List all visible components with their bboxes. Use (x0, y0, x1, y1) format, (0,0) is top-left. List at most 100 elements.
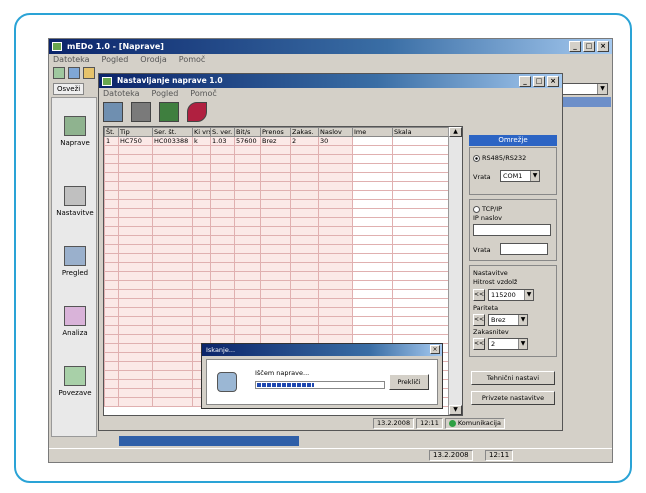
table-cell[interactable] (352, 316, 393, 326)
table-cell[interactable] (118, 199, 153, 209)
table-cell[interactable] (352, 154, 393, 164)
chevron-down-icon[interactable]: ▼ (518, 315, 527, 325)
table-cell[interactable] (104, 370, 119, 380)
menu-item-tools[interactable]: Orodja (140, 54, 167, 65)
table-cell[interactable] (118, 145, 153, 155)
table-cell[interactable] (260, 217, 291, 227)
table-cell[interactable] (192, 217, 211, 227)
table-cell[interactable] (352, 235, 393, 245)
table-cell[interactable] (318, 172, 353, 182)
table-cell[interactable] (290, 172, 319, 182)
table-cell[interactable] (392, 154, 449, 164)
network-devices-icon[interactable] (131, 102, 151, 122)
main-titlebar[interactable]: mEDo 1.0 - [Naprave] _ □ × (49, 39, 612, 54)
table-cell[interactable] (234, 181, 261, 191)
table-cell[interactable] (104, 163, 119, 173)
config-close-button[interactable]: × (547, 76, 559, 87)
table-row[interactable] (104, 181, 449, 191)
column-header[interactable]: Ime (352, 127, 393, 137)
column-header[interactable]: Ki vrsta (192, 127, 211, 137)
table-cell[interactable] (260, 316, 291, 326)
table-cell[interactable] (152, 154, 193, 164)
table-cell[interactable] (392, 298, 449, 308)
table-cell[interactable] (104, 235, 119, 245)
table-cell[interactable] (290, 316, 319, 326)
table-cell[interactable] (260, 325, 291, 335)
table-cell[interactable] (392, 235, 449, 245)
close-button[interactable]: × (597, 41, 609, 52)
table-cell[interactable] (210, 262, 235, 272)
table-cell[interactable] (118, 244, 153, 254)
table-cell[interactable] (152, 370, 193, 380)
table-cell[interactable] (290, 244, 319, 254)
table-cell[interactable] (104, 352, 119, 362)
table-cell[interactable] (152, 145, 193, 155)
table-cell[interactable] (318, 325, 353, 335)
table-cell[interactable]: 30 (318, 136, 353, 146)
table-cell[interactable] (104, 379, 119, 389)
table-cell[interactable] (118, 280, 153, 290)
table-cell[interactable] (152, 271, 193, 281)
table-cell[interactable] (104, 253, 119, 263)
table-cell[interactable] (104, 388, 119, 398)
table-cell[interactable] (104, 154, 119, 164)
table-cell[interactable] (260, 253, 291, 263)
sidebar-item-connections[interactable]: Povezave (52, 366, 98, 397)
table-row[interactable] (104, 217, 449, 227)
table-cell[interactable] (192, 298, 211, 308)
table-row[interactable] (104, 145, 449, 155)
table-cell[interactable] (260, 280, 291, 290)
table-cell[interactable] (118, 361, 153, 371)
table-cell[interactable] (210, 289, 235, 299)
sidebar-item-analysis[interactable]: Analiza (52, 306, 98, 337)
table-cell[interactable] (118, 379, 153, 389)
column-header[interactable]: Naslov (318, 127, 353, 137)
table-cell[interactable] (152, 316, 193, 326)
table-cell[interactable] (352, 307, 393, 317)
table-cell[interactable] (192, 271, 211, 281)
table-cell[interactable] (260, 271, 291, 281)
table-cell[interactable] (192, 235, 211, 245)
table-cell[interactable] (392, 208, 449, 218)
table-cell[interactable] (260, 244, 291, 254)
table-cell[interactable] (104, 244, 119, 254)
table-cell[interactable] (210, 307, 235, 317)
table-cell[interactable] (260, 208, 291, 218)
table-row[interactable] (104, 280, 449, 290)
table-cell[interactable] (118, 262, 153, 272)
table-cell[interactable] (210, 208, 235, 218)
table-cell[interactable] (210, 154, 235, 164)
table-row[interactable] (104, 226, 449, 236)
table-cell[interactable] (352, 136, 393, 146)
config-menu-help[interactable]: Pomoč (190, 88, 217, 99)
table-cell[interactable] (318, 235, 353, 245)
table-row[interactable] (104, 163, 449, 173)
speed-step-button[interactable]: << (473, 289, 485, 301)
table-cell[interactable] (234, 208, 261, 218)
table-row[interactable] (104, 244, 449, 254)
table-row[interactable] (104, 172, 449, 182)
table-cell[interactable] (152, 217, 193, 227)
table-cell[interactable] (318, 262, 353, 272)
table-cell[interactable] (152, 253, 193, 263)
table-cell[interactable] (234, 298, 261, 308)
table-cell[interactable]: 57600 (234, 136, 261, 146)
table-cell[interactable] (152, 208, 193, 218)
parity-select[interactable]: Brez ▼ (488, 314, 528, 326)
table-cell[interactable] (260, 226, 291, 236)
table-cell[interactable] (192, 199, 211, 209)
table-cell[interactable] (392, 271, 449, 281)
tcp-option[interactable]: TCP/IP (473, 205, 502, 213)
rs-option[interactable]: RS485/RS232 (473, 154, 526, 162)
table-cell[interactable] (352, 298, 393, 308)
table-cell[interactable] (118, 325, 153, 335)
table-cell[interactable] (318, 208, 353, 218)
table-cell[interactable] (352, 208, 393, 218)
table-cell[interactable] (392, 199, 449, 209)
table-cell[interactable] (118, 388, 153, 398)
chevron-down-icon[interactable]: ▼ (518, 339, 527, 349)
table-cell[interactable] (260, 163, 291, 173)
table-cell[interactable] (118, 298, 153, 308)
port-select[interactable]: COM1 ▼ (500, 170, 540, 182)
table-cell[interactable] (352, 190, 393, 200)
